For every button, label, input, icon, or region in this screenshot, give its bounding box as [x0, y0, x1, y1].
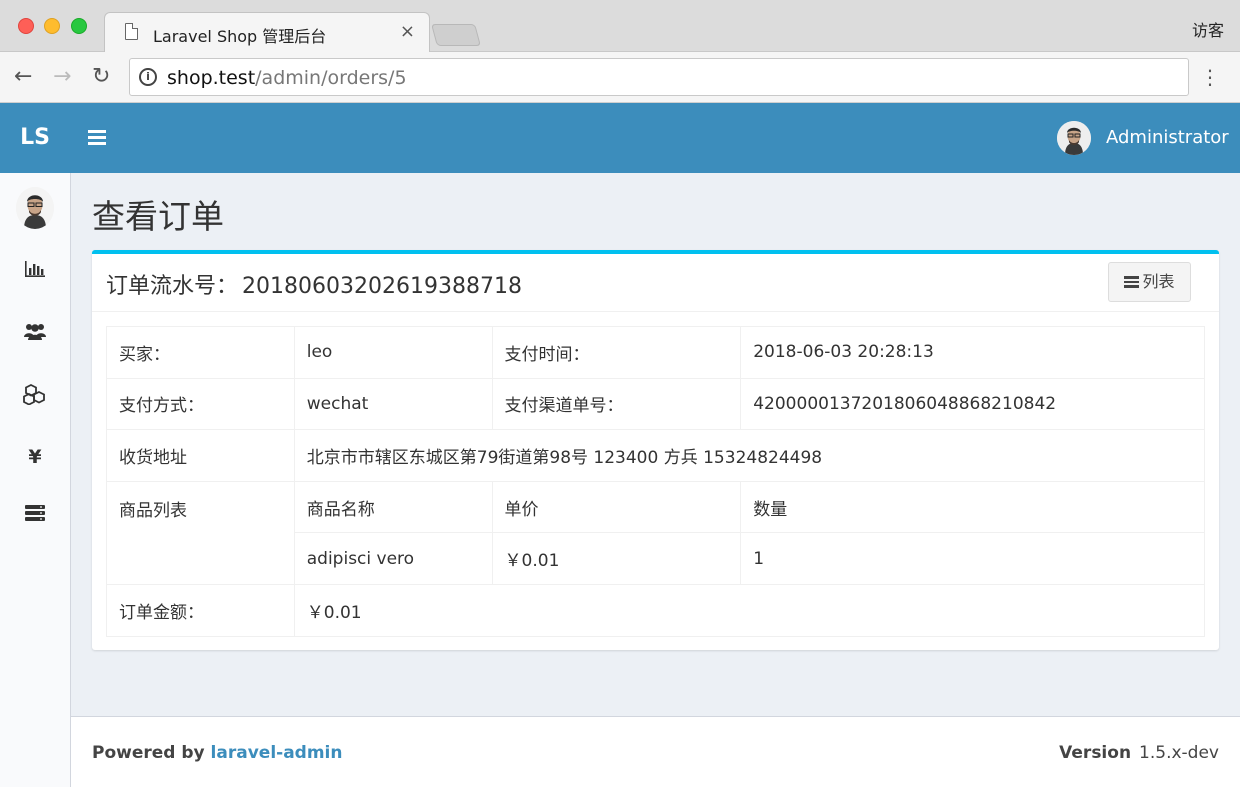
table-row: 商品列表 商品名称 单价 数量 [106, 480, 1205, 585]
item-price: ￥0.01 [491, 532, 742, 585]
item-qty: 1 [740, 532, 1205, 585]
buyer-value: leo [293, 326, 493, 379]
table-row: 收货地址 北京市市辖区东城区第79街道第98号 123400 方兵 153248… [106, 429, 1206, 482]
guest-profile-label[interactable]: 访客 [1192, 17, 1224, 41]
browser-tab[interactable]: Laravel Shop 管理后台 × [104, 12, 430, 53]
buyer-label: 买家： [106, 326, 295, 379]
user-name[interactable]: Administrator [1106, 127, 1229, 148]
version-value: 1.5.x-dev [1139, 743, 1219, 763]
bar-chart-icon[interactable] [22, 260, 48, 286]
url-host: shop.test [167, 67, 256, 89]
browser-chrome: Laravel Shop 管理后台 × 访客 ← → ↻ i shop.test… [0, 0, 1240, 103]
version-info: Version 1.5.x-dev [1059, 743, 1219, 763]
payment-no-label: 支付渠道单号： [491, 377, 742, 431]
payment-method-label: 支付方式： [106, 377, 295, 431]
sidebar: ¥ [0, 173, 71, 787]
order-detail-box: 订单流水号： 20180603202619388718 列表 买家： leo 支付… [92, 250, 1219, 650]
back-arrow-icon[interactable]: ← [14, 63, 32, 91]
payment-no-value: 4200000137201806048868210842 [740, 377, 1205, 431]
url-text: shop.test/admin/orders/5 [167, 67, 407, 89]
new-tab-button[interactable] [431, 24, 481, 46]
footer: Powered by laravel-admin Version 1.5.x-de… [71, 716, 1240, 787]
browser-menu-icon[interactable]: ⋮ [1200, 64, 1220, 90]
page-title: 查看订单 [92, 197, 224, 236]
items-header-price: 单价 [491, 480, 742, 534]
title-bar: Laravel Shop 管理后台 × 访客 [0, 0, 1240, 53]
forward-arrow-icon[interactable]: → [53, 63, 71, 91]
powered-prefix: Powered by [92, 743, 211, 763]
address-value: 北京市市辖区东城区第79街道第98号 123400 方兵 15324824498 [293, 429, 1206, 482]
list-button-label: 列表 [1142, 272, 1175, 291]
total-label: 订单金额： [106, 583, 295, 637]
box-header: 订单流水号： 20180603202619388718 列表 [92, 254, 1219, 312]
order-no-label: 订单流水号： [106, 274, 239, 299]
tab-close-icon[interactable]: × [400, 21, 415, 42]
total-value: ￥0.01 [293, 583, 1206, 637]
laravel-admin-link[interactable]: laravel-admin [211, 743, 343, 763]
info-icon[interactable]: i [139, 68, 157, 86]
minimize-window-button[interactable] [44, 18, 60, 34]
order-detail-table: 买家： leo 支付时间： 2018-06-03 20:28:13 支付方式： … [106, 326, 1206, 637]
address-label: 收货地址 [106, 429, 295, 482]
list-button[interactable]: 列表 [1108, 262, 1191, 302]
powered-by: Powered by laravel-admin [92, 743, 342, 763]
cubes-icon[interactable] [22, 383, 48, 409]
reload-icon[interactable]: ↻ [92, 63, 110, 91]
payment-method-value: wechat [293, 377, 493, 431]
maximize-window-button[interactable] [71, 18, 87, 34]
main-header: LS Administrator [0, 103, 1240, 173]
paid-at-label: 支付时间： [491, 326, 742, 379]
table-row: 订单金额： ￥0.01 [106, 583, 1206, 637]
close-window-button[interactable] [18, 18, 34, 34]
table-row: 买家： leo 支付时间： 2018-06-03 20:28:13 [106, 326, 1205, 379]
server-icon[interactable] [22, 504, 48, 530]
users-icon[interactable] [22, 321, 48, 347]
sidebar-user-avatar [16, 187, 54, 229]
items-label: 商品列表 [106, 480, 295, 585]
logo[interactable]: LS [0, 103, 70, 173]
item-name: adipisci vero [293, 532, 493, 585]
browser-toolbar: ← → ↻ i shop.test/admin/orders/5 ⋮ [0, 52, 1240, 103]
tab-title: Laravel Shop 管理后台 [153, 27, 327, 46]
paid-at-value: 2018-06-03 20:28:13 [740, 326, 1205, 379]
yen-icon[interactable]: ¥ [22, 444, 48, 470]
url-path: /admin/orders/5 [255, 67, 407, 89]
version-label: Version [1059, 743, 1132, 763]
page-icon [125, 23, 138, 40]
items-header-qty: 数量 [740, 480, 1205, 534]
user-avatar[interactable] [1057, 121, 1091, 155]
sidebar-toggle-icon[interactable] [88, 128, 108, 148]
box-title: 订单流水号： 20180603202619388718 [106, 268, 522, 300]
address-bar[interactable]: i shop.test/admin/orders/5 [129, 58, 1189, 96]
table-row: 支付方式： wechat 支付渠道单号： 4200000137201806048… [106, 377, 1205, 431]
order-no: 20180603202619388718 [242, 274, 522, 299]
items-header-name: 商品名称 [293, 480, 493, 534]
list-icon [1124, 276, 1140, 288]
